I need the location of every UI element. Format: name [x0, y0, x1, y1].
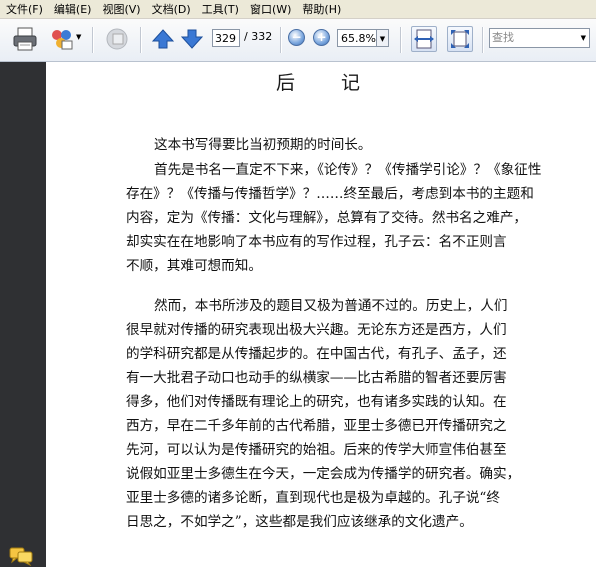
text-line: 得多，他们对传播既有理论上的研究，也有诸多实践的认知。在 — [126, 394, 507, 410]
menu-bar: 文件(F) 编辑(E) 视图(V) 文档(D) 工具(T) 窗口(W) 帮助(H… — [0, 0, 596, 19]
text-line: 亚里士多德的诸多论断，直到现代也是极为卓越的。孔子说“终 — [126, 490, 500, 506]
menu-file[interactable]: 文件(F) — [0, 1, 48, 17]
paragraph-1: 这本书写得要比当初预期的时间长。 — [126, 133, 592, 157]
search-placeholder: 查找 — [492, 31, 514, 44]
page-title: 后记 — [275, 72, 406, 94]
text-line: 先河，可以认为是传播研究的始祖。后来的传学大师宣伟伯甚至 — [126, 442, 507, 458]
text-line: 却实实在在地影响了本书应有的写作过程，孔子云：名不正则言 — [126, 234, 507, 250]
fit-width-button[interactable] — [411, 26, 437, 52]
comments-icon[interactable] — [9, 546, 35, 566]
search-input[interactable]: 查找 ▼ — [489, 28, 590, 48]
text-line: 然而，本书所涉及的题目又极为普通不过的。历史上，人们 — [154, 298, 508, 314]
collaborate-dropdown-icon[interactable]: ▼ — [76, 33, 81, 41]
review-tool-icon[interactable] — [105, 27, 131, 51]
text-line: 存在》？《传播与传播哲学》？……终至最后，考虑到本书的主题和 — [126, 186, 534, 202]
menu-tools[interactable]: 工具(T) — [196, 1, 244, 17]
previous-page-icon[interactable] — [152, 28, 174, 50]
zoom-in-button[interactable]: + — [313, 29, 330, 46]
navigation-panel — [0, 62, 46, 567]
paragraph-3: 然而，本书所涉及的题目又极为普通不过的。历史上，人们 很早就对传播的研究表现出极… — [126, 294, 592, 534]
menu-document[interactable]: 文档(D) — [146, 1, 196, 17]
text-line: 西方，早在二千多年前的古代希腊，亚里士多德已开传播研究之 — [126, 418, 507, 434]
menu-help[interactable]: 帮助(H) — [296, 1, 346, 17]
zoom-out-button[interactable]: − — [288, 29, 305, 46]
fit-page-button[interactable] — [447, 26, 473, 52]
text-line: 日思之，不如学之”，这些都是我们应该继承的文化遗产。 — [126, 514, 473, 530]
page-total-label: / 332 — [244, 30, 273, 43]
text-line: 的学科研究都是从传播起步的。在中国古代，有孔子、孟子，还 — [126, 346, 507, 362]
next-page-icon[interactable] — [181, 28, 203, 50]
paragraph-2: 首先是书名一直定不下来，《论传》？《传播学引论》？《象征性 存在》？《传播与传播… — [126, 158, 592, 278]
zoom-level-input[interactable]: 65.8% — [337, 29, 377, 47]
text-line: 首先是书名一直定不下来，《论传》？《传播学引论》？《象征性 — [154, 162, 542, 178]
fit-page-icon — [451, 30, 469, 48]
zoom-dropdown-icon[interactable]: ▼ — [377, 29, 389, 47]
print-icon[interactable] — [12, 27, 38, 51]
menu-edit[interactable]: 编辑(E) — [48, 1, 97, 17]
text-line: 很早就对传播的研究表现出极大兴趣。无论东方还是西方，人们 — [126, 322, 507, 338]
text-line: 有一大批君子动口也动手的纵横家——比古希腊的智者还要厉害 — [126, 370, 507, 386]
menu-window[interactable]: 窗口(W) — [244, 1, 296, 17]
fit-width-icon — [414, 29, 434, 49]
text-line: 这本书写得要比当初预期的时间长。 — [154, 137, 372, 153]
page-number-input[interactable]: 329 — [212, 29, 240, 47]
search-dropdown-icon[interactable]: ▼ — [581, 29, 586, 47]
menu-view[interactable]: 视图(V) — [96, 1, 145, 17]
text-line: 说假如亚里士多德生在今天，一定会成为传播学的研究者。确实， — [126, 466, 521, 482]
text-line: 内容，定为《传播：文化与理解》，总算有了交待。然书名之难产， — [126, 210, 528, 226]
toolbar: ▼ 329 / 332 − + 65.8% ▼ 查找 ▼ — [0, 19, 596, 62]
text-line: 不顺，其难可想而知。 — [126, 258, 262, 274]
document-page: 后记 这本书写得要比当初预期的时间长。 首先是书名一直定不下来，《论传》？《传播… — [46, 62, 596, 567]
collaborate-icon[interactable] — [50, 27, 74, 51]
